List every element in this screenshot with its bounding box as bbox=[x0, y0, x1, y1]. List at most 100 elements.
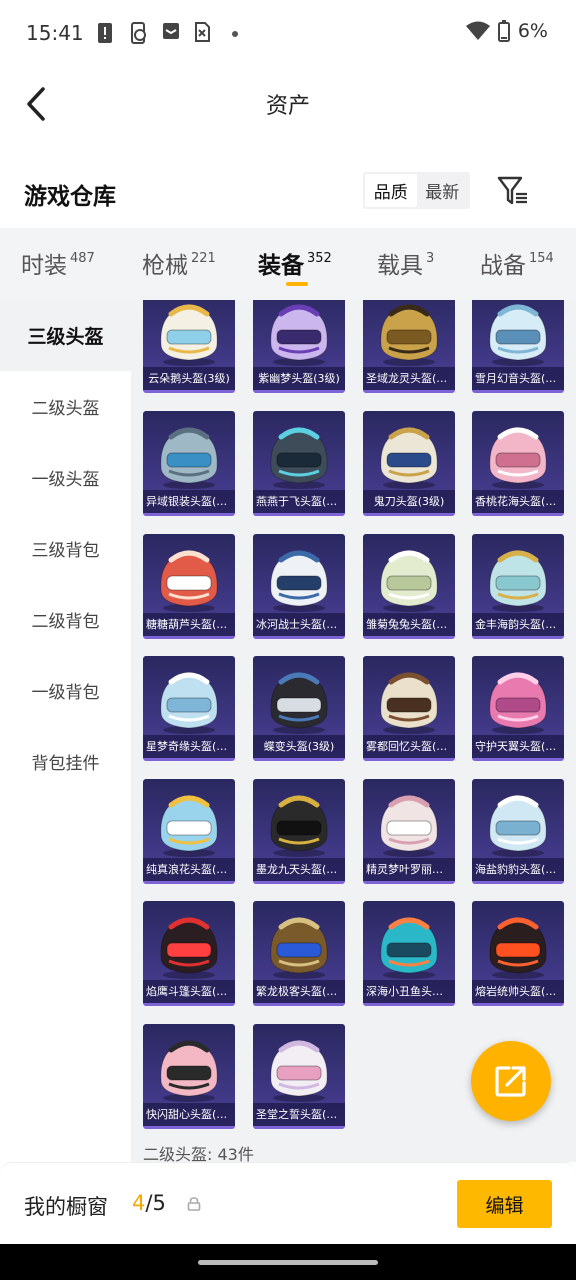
tab-equipment[interactable]: 装备 352 bbox=[258, 246, 332, 280]
item-card[interactable]: 金丰海韵头盔(3级) bbox=[472, 534, 564, 639]
sidebar-item-backpack-charm[interactable]: 背包挂件 bbox=[0, 726, 131, 797]
filter-button[interactable] bbox=[497, 175, 529, 207]
item-name: 快闪甜心头盔(3级) bbox=[143, 1103, 235, 1126]
system-nav-bar bbox=[0, 1244, 576, 1280]
helmet-image bbox=[489, 795, 547, 857]
item-card[interactable]: 燕燕于飞头盔(3级) bbox=[253, 411, 345, 516]
tab-count: 487 bbox=[70, 251, 95, 266]
home-indicator[interactable] bbox=[198, 1260, 378, 1265]
item-name: 金丰海韵头盔(3级) bbox=[472, 613, 564, 636]
item-name: 墨龙九天头盔(3级) bbox=[253, 858, 345, 881]
item-card[interactable]: 香桃花海头盔(3级) bbox=[472, 411, 564, 516]
filter-icon bbox=[497, 176, 527, 205]
item-name: 蝶变头盔(3级) bbox=[253, 735, 345, 758]
item-name: 雏菊兔兔头盔(3级) bbox=[363, 613, 455, 636]
helmet-image bbox=[160, 550, 218, 612]
item-name: 雾都回忆头盔(3级) bbox=[363, 735, 455, 758]
item-name: 冰河战士头盔(3级) bbox=[253, 613, 345, 636]
item-name: 云朵鹅头盔(3级) bbox=[143, 367, 235, 390]
status-right: 6% bbox=[465, 20, 548, 42]
mail-icon bbox=[163, 23, 179, 39]
item-card[interactable]: 雏菊兔兔头盔(3级) bbox=[363, 534, 455, 639]
item-grid: 云朵鹅头盔(3级) 紫幽梦头盔(3级) 圣域龙灵头盔(3级) 雪月幻音头盔(3级) 异域… bbox=[131, 300, 576, 1162]
tab-label: 载具 bbox=[377, 253, 423, 279]
dot-icon bbox=[232, 31, 238, 37]
sort-quality-button[interactable]: 品质 bbox=[365, 174, 417, 207]
item-name: 精灵梦叶罗丽头盔(3级) bbox=[363, 858, 455, 881]
sidebar-item-level2-backpack[interactable]: 二级背包 bbox=[0, 584, 131, 655]
sidebar-item-level1-backpack[interactable]: 一级背包 bbox=[0, 655, 131, 726]
item-name: 燕燕于飞头盔(3级) bbox=[253, 490, 345, 513]
tab-weapons[interactable]: 枪械 221 bbox=[142, 246, 216, 280]
category-tabs: 时装 487 枪械 221 装备 352 载具 3 战备 154 bbox=[0, 228, 576, 300]
warehouse-title-row: 游戏仓库 品质 最新 bbox=[0, 160, 576, 224]
wifi-icon bbox=[465, 21, 490, 40]
sidebar-item-level1-helmet[interactable]: 一级头盔 bbox=[0, 442, 131, 513]
showcase-bar: 我的橱窗 4/5 编辑 bbox=[0, 1162, 576, 1244]
item-card[interactable]: 圣堂之誓头盔(3级) bbox=[253, 1024, 345, 1129]
item-card[interactable]: 熔岩统帅头盔(3级) bbox=[472, 901, 564, 1006]
item-name: 深海小丑鱼头盔(3级) bbox=[363, 980, 455, 1003]
helmet-image bbox=[380, 304, 438, 366]
showcase-total: /5 bbox=[145, 1191, 166, 1215]
page-title: 资产 bbox=[265, 94, 310, 119]
item-card[interactable]: 星梦奇缘头盔(3级) bbox=[143, 656, 235, 761]
item-name: 糖糖葫芦头盔(3级) bbox=[143, 613, 235, 636]
item-card[interactable]: 圣域龙灵头盔(3级) bbox=[363, 300, 455, 393]
tab-vehicles[interactable]: 载具 3 bbox=[377, 246, 434, 280]
helmet-image bbox=[160, 427, 218, 489]
item-name: 圣堂之誓头盔(3级) bbox=[253, 1103, 345, 1126]
no-sim-icon bbox=[195, 22, 210, 42]
item-card[interactable]: 海盐豹豹头盔(3级) bbox=[472, 779, 564, 884]
phone-sync-icon bbox=[131, 22, 146, 44]
tab-supplies[interactable]: 战备 154 bbox=[480, 246, 554, 280]
sort-latest-button[interactable]: 最新 bbox=[417, 174, 469, 207]
sidebar-item-level3-helmet[interactable]: 三级头盔 bbox=[0, 300, 131, 371]
tab-count: 3 bbox=[426, 251, 435, 266]
item-card[interactable]: 云朵鹅头盔(3级) bbox=[143, 300, 235, 393]
item-card[interactable]: 纯真浪花头盔(3级) bbox=[143, 779, 235, 884]
item-name: 鬼刀头盔(3级) bbox=[363, 490, 455, 513]
item-card[interactable]: 异域银装头盔(3级) bbox=[143, 411, 235, 516]
item-card[interactable]: 墨龙九天头盔(3级) bbox=[253, 779, 345, 884]
item-card[interactable]: 冰河战士头盔(3级) bbox=[253, 534, 345, 639]
edit-button[interactable]: 编辑 bbox=[457, 1180, 552, 1228]
sort-toggle: 品质 最新 bbox=[363, 172, 470, 209]
item-card[interactable]: 守护天翼头盔(3级) bbox=[472, 656, 564, 761]
helmet-image bbox=[160, 795, 218, 857]
item-card[interactable]: 快闪甜心头盔(3级) bbox=[143, 1024, 235, 1129]
item-card[interactable]: 焰鹰斗篷头盔(3级) bbox=[143, 901, 235, 1006]
item-card[interactable]: 雪月幻音头盔(3级) bbox=[472, 300, 564, 393]
alert-icon bbox=[98, 23, 112, 43]
warehouse-title: 游戏仓库 bbox=[24, 184, 116, 210]
tab-count: 221 bbox=[191, 251, 216, 266]
item-name: 纯真浪花头盔(3级) bbox=[143, 858, 235, 881]
helmet-image bbox=[270, 550, 328, 612]
item-name: 海盐豹豹头盔(3级) bbox=[472, 858, 564, 881]
helmet-image bbox=[380, 795, 438, 857]
item-card[interactable]: 鬼刀头盔(3级) bbox=[363, 411, 455, 516]
tab-count: 154 bbox=[529, 251, 554, 266]
share-button[interactable] bbox=[471, 1041, 551, 1121]
item-name: 香桃花海头盔(3级) bbox=[472, 490, 564, 513]
tab-label: 枪械 bbox=[142, 253, 188, 279]
tab-fashion[interactable]: 时装 487 bbox=[21, 246, 95, 280]
item-card[interactable]: 深海小丑鱼头盔(3级) bbox=[363, 901, 455, 1006]
item-card[interactable]: 雾都回忆头盔(3级) bbox=[363, 656, 455, 761]
helmet-image bbox=[489, 427, 547, 489]
header: 资产 bbox=[0, 68, 576, 140]
item-name: 守护天翼头盔(3级) bbox=[472, 735, 564, 758]
helmet-image bbox=[380, 550, 438, 612]
item-card[interactable]: 蝶变头盔(3级) bbox=[253, 656, 345, 761]
helmet-image bbox=[380, 917, 438, 979]
sidebar-item-level3-backpack[interactable]: 三级背包 bbox=[0, 513, 131, 584]
lock-icon bbox=[187, 1197, 201, 1211]
item-card[interactable]: 精灵梦叶罗丽头盔(3级) bbox=[363, 779, 455, 884]
item-name: 焰鹰斗篷头盔(3级) bbox=[143, 980, 235, 1003]
item-card[interactable]: 糖糖葫芦头盔(3级) bbox=[143, 534, 235, 639]
showcase-count: 4/5 bbox=[132, 1191, 166, 1215]
item-card[interactable]: 繁龙极客头盔(3级) bbox=[253, 901, 345, 1006]
sidebar-item-level2-helmet[interactable]: 二级头盔 bbox=[0, 371, 131, 442]
item-name: 星梦奇缘头盔(3级) bbox=[143, 735, 235, 758]
item-card[interactable]: 紫幽梦头盔(3级) bbox=[253, 300, 345, 393]
